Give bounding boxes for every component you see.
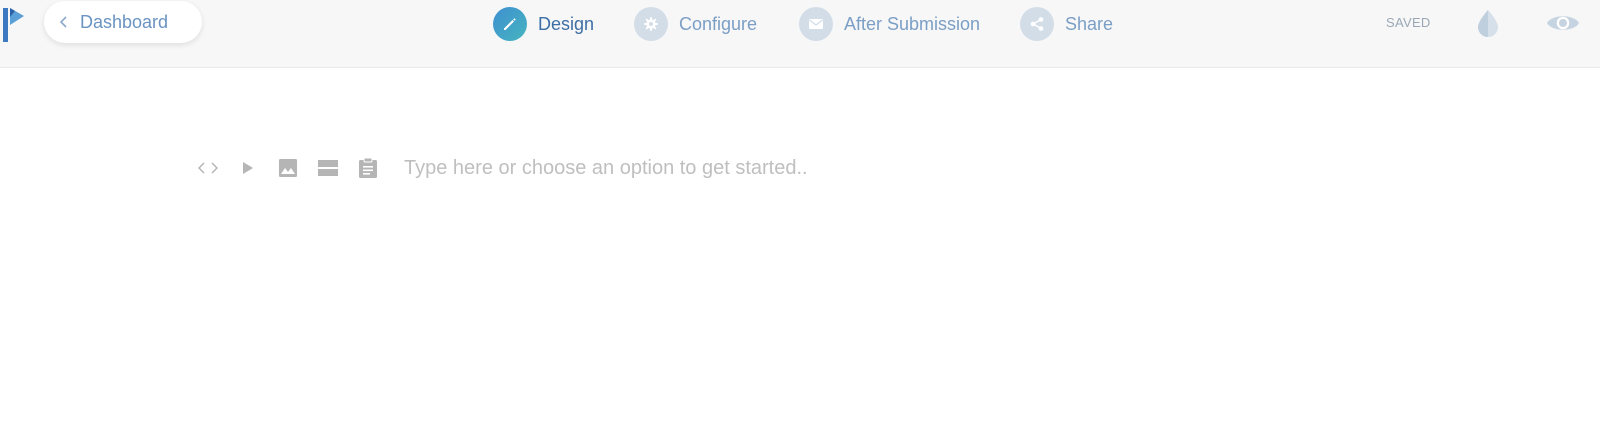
back-button-label: Dashboard xyxy=(80,11,169,32)
step-after-submission-label: After Submission xyxy=(844,13,981,34)
code-icon[interactable] xyxy=(196,156,220,180)
eye-icon xyxy=(1547,16,1579,30)
play-icon[interactable] xyxy=(236,156,260,180)
top-bar: Dashboard Design Configure After Submiss… xyxy=(0,0,1600,68)
step-share[interactable]: Share xyxy=(1020,6,1113,42)
app-logo xyxy=(3,8,24,42)
theme-button[interactable] xyxy=(1475,8,1501,38)
clipboard-icon[interactable] xyxy=(356,156,380,180)
editor-input[interactable] xyxy=(404,156,1104,180)
editor-toolbar xyxy=(196,150,1104,186)
envelope-icon xyxy=(799,7,833,41)
image-icon[interactable] xyxy=(276,156,300,180)
save-status: SAVED xyxy=(1386,15,1431,30)
divider-icon[interactable] xyxy=(316,156,340,180)
gear-icon xyxy=(634,7,668,41)
step-after-submission[interactable]: After Submission xyxy=(799,6,980,42)
back-to-dashboard-button[interactable]: Dashboard xyxy=(44,1,202,43)
step-share-label: Share xyxy=(1065,13,1114,34)
share-icon xyxy=(1020,7,1054,41)
step-configure[interactable]: Configure xyxy=(634,6,757,42)
step-configure-label: Configure xyxy=(679,13,758,34)
step-design[interactable]: Design xyxy=(493,6,594,42)
chevron-left-icon xyxy=(60,16,70,28)
pencil-icon xyxy=(493,7,527,41)
preview-button[interactable] xyxy=(1546,11,1580,35)
droplet-icon xyxy=(1478,10,1498,37)
step-design-label: Design xyxy=(538,13,595,34)
